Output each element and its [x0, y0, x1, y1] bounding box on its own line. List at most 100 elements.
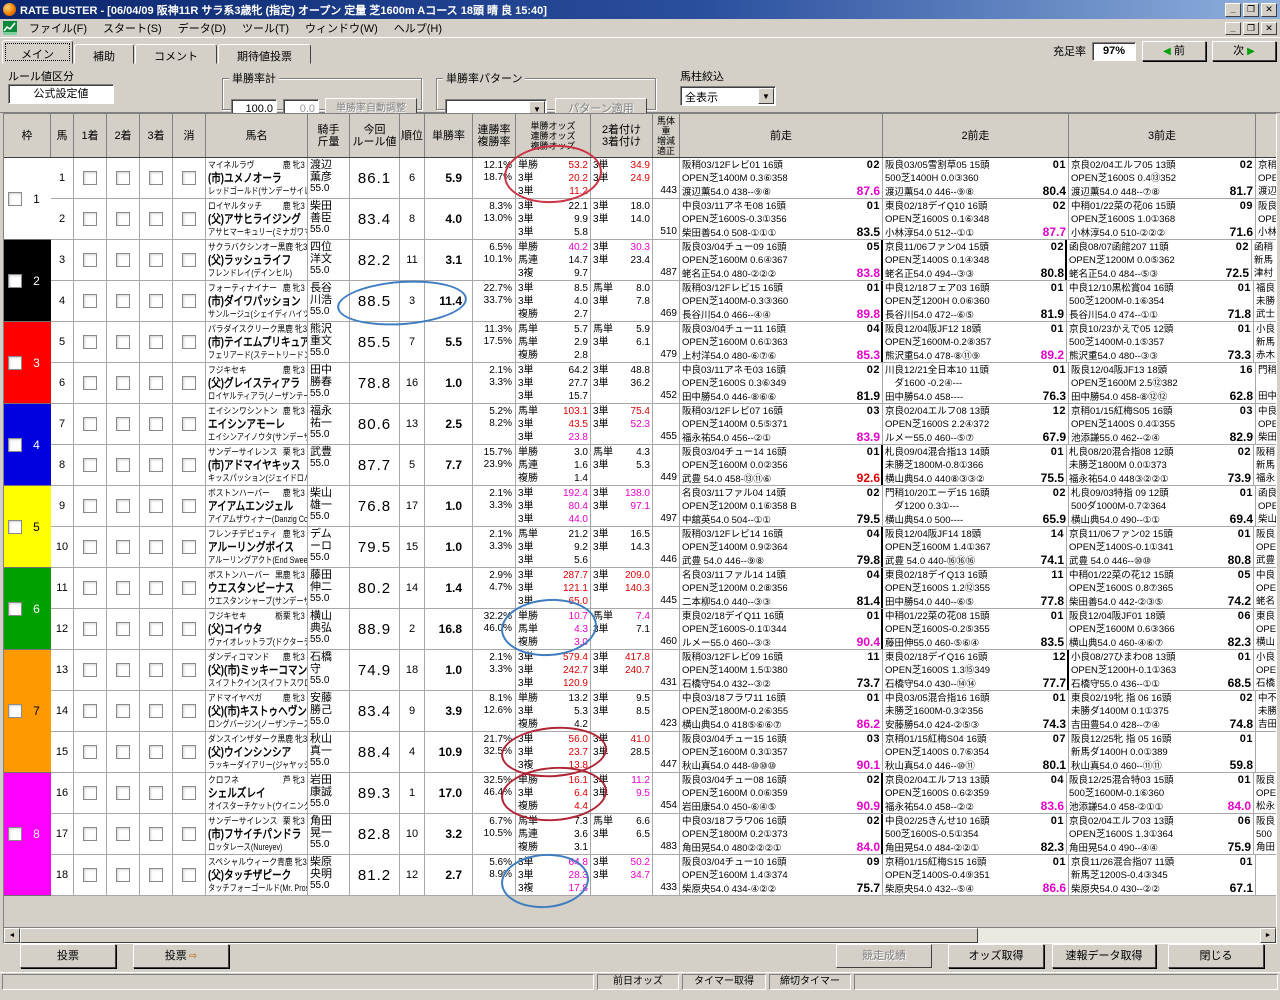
mark-1st-checkbox[interactable]	[83, 745, 97, 759]
mark-1st-checkbox[interactable]	[83, 540, 97, 554]
mark-1st-checkbox[interactable]	[83, 376, 97, 390]
mark-3rd-checkbox[interactable]	[149, 704, 163, 718]
mark-3rd-checkbox[interactable]	[149, 786, 163, 800]
table-row[interactable]: 7 エイシンワシントン鹿 牝3エイシンアモーレエイシンアイノウタ(サンデーサイレン…	[51, 404, 1276, 445]
waku-checkbox[interactable]	[8, 519, 22, 534]
mark-2nd-checkbox[interactable]	[116, 704, 130, 718]
table-row[interactable]: 12 フジキセキ 栃栗 牝3 (父)コイウタヴァイオレットラブ(ドクターデヴィアス横山…	[51, 609, 1276, 650]
mark-1st-checkbox[interactable]	[83, 827, 97, 841]
erase-checkbox[interactable]	[182, 581, 196, 595]
scroll-left-button[interactable]: ◄	[4, 928, 20, 943]
minimize-button[interactable]: _	[1225, 21, 1241, 35]
mark-2nd-checkbox[interactable]	[116, 745, 130, 759]
erase-checkbox[interactable]	[182, 745, 196, 759]
mark-3rd-checkbox[interactable]	[149, 827, 163, 841]
mark-3rd-checkbox[interactable]	[149, 581, 163, 595]
mark-3rd-checkbox[interactable]	[149, 417, 163, 431]
horizontal-scrollbar[interactable]: ◄ ►	[4, 927, 1276, 943]
mark-2nd-checkbox[interactable]	[116, 294, 130, 308]
table-row[interactable]: 16 クロフネ 芦 牝3 シェルズレイオイスターチケット(ウイニングチケット)岩田康誠…	[51, 773, 1276, 814]
menu-item[interactable]: ファイル(F)	[21, 18, 95, 38]
erase-checkbox[interactable]	[182, 335, 196, 349]
table-row[interactable]: 6 フジキセキ 鹿 牝3(父)グレイスティアラロイヤルティアラ(ノーザンテースト)田…	[51, 363, 1276, 404]
mark-3rd-checkbox[interactable]	[149, 540, 163, 554]
mark-2nd-checkbox[interactable]	[116, 417, 130, 431]
waku-checkbox[interactable]	[8, 827, 22, 841]
table-row[interactable]: 15 ダンスインザダーク 黒鹿 牝3 (父)ウインシンシア ラッキーダイアリー(ジャヤッ…	[51, 732, 1276, 773]
table-row[interactable]: 1 マイネルラヴ 鹿 牝3(市)ユメノオーラレッドゴールド(サンデーサイレンス)渡辺…	[51, 158, 1276, 199]
mark-1st-checkbox[interactable]	[83, 622, 97, 636]
get-flash-data-button[interactable]: 速報データ取得	[1052, 944, 1156, 968]
table-row[interactable]: 17 サンデーサイレンス栗 牝3 (市)フサイチパンドラ ロッタレース(Nureyev…	[51, 814, 1276, 855]
vote-arrow-button[interactable]: 投票 ⇨	[133, 944, 229, 968]
tab-1[interactable]: メイン	[2, 40, 73, 64]
waku-checkbox[interactable]	[8, 191, 22, 206]
erase-checkbox[interactable]	[182, 171, 196, 185]
erase-checkbox[interactable]	[182, 376, 196, 390]
erase-checkbox[interactable]	[182, 417, 196, 431]
mark-3rd-checkbox[interactable]	[149, 294, 163, 308]
mark-3rd-checkbox[interactable]	[149, 663, 163, 677]
table-row[interactable]: 5 パラダイスクリーク 黒鹿 牝3 (市)テイエムプリキュア フェリアード(ステートリー…	[51, 322, 1276, 363]
mark-2nd-checkbox[interactable]	[116, 868, 130, 882]
table-row[interactable]: 10 フレンチデピュティ鹿 牝3 アルーリングボイス アルーリングアクト(End Sw…	[51, 527, 1276, 568]
waku-checkbox[interactable]	[8, 601, 22, 616]
erase-checkbox[interactable]	[182, 704, 196, 718]
minimize-button[interactable]: _	[1225, 2, 1241, 17]
mark-3rd-checkbox[interactable]	[149, 335, 163, 349]
erase-checkbox[interactable]	[182, 212, 196, 226]
mark-3rd-checkbox[interactable]	[149, 868, 163, 882]
mark-2nd-checkbox[interactable]	[116, 540, 130, 554]
erase-checkbox[interactable]	[182, 622, 196, 636]
menu-item[interactable]: スタート(S)	[95, 18, 170, 38]
mark-2nd-checkbox[interactable]	[116, 663, 130, 677]
mark-3rd-checkbox[interactable]	[149, 376, 163, 390]
erase-checkbox[interactable]	[182, 868, 196, 882]
table-row[interactable]: 14 アドマイヤベガ 鹿 牝3 (父)(市)キストゥヘヴン ロングバージン(ノーザンテー…	[51, 691, 1276, 732]
table-row[interactable]: 3 サクラバクシンオー 黒鹿 牝3 (父)ラッシュライフ フレンドレイ(デインヒル) 四位…	[51, 240, 1276, 281]
restore-button[interactable]: ❐	[1243, 2, 1259, 17]
erase-checkbox[interactable]	[182, 663, 196, 677]
mark-3rd-checkbox[interactable]	[149, 622, 163, 636]
erase-checkbox[interactable]	[182, 540, 196, 554]
next-button[interactable]: 次 ▶	[1212, 41, 1276, 61]
waku-checkbox[interactable]	[8, 437, 22, 452]
mark-2nd-checkbox[interactable]	[116, 581, 130, 595]
table-row[interactable]: 4 フォーティナイナー鹿 牝3 (市)ダイワパッション サンルージュ(シェイディハイツ…	[51, 281, 1276, 322]
mark-2nd-checkbox[interactable]	[116, 376, 130, 390]
scroll-right-button[interactable]: ►	[1260, 928, 1276, 943]
mark-1st-checkbox[interactable]	[83, 212, 97, 226]
mark-2nd-checkbox[interactable]	[116, 622, 130, 636]
mark-1st-checkbox[interactable]	[83, 868, 97, 882]
mark-1st-checkbox[interactable]	[83, 704, 97, 718]
mark-2nd-checkbox[interactable]	[116, 458, 130, 472]
erase-checkbox[interactable]	[182, 499, 196, 513]
table-row[interactable]: 18 スペシャルウィーク 青鹿 牝3 (父)タッチザピーク タッチフォーゴールド(Mr.…	[51, 855, 1276, 896]
mark-1st-checkbox[interactable]	[83, 499, 97, 513]
erase-checkbox[interactable]	[182, 827, 196, 841]
erase-checkbox[interactable]	[182, 458, 196, 472]
menu-item[interactable]: ウィンドウ(W)	[297, 18, 386, 38]
mark-3rd-checkbox[interactable]	[149, 171, 163, 185]
waku-checkbox[interactable]	[8, 273, 22, 288]
table-row[interactable]: 9 ボストンハーバー 鹿 牝3 アイアムエンジェル アイアムザウィナー(Danzig C…	[51, 486, 1276, 527]
mark-3rd-checkbox[interactable]	[149, 212, 163, 226]
mark-1st-checkbox[interactable]	[83, 458, 97, 472]
scrollbar-thumb[interactable]	[20, 928, 978, 943]
mark-1st-checkbox[interactable]	[83, 417, 97, 431]
mark-2nd-checkbox[interactable]	[116, 335, 130, 349]
column-filter-select[interactable]: 全表示 ▼	[680, 86, 776, 106]
mark-1st-checkbox[interactable]	[83, 171, 97, 185]
erase-checkbox[interactable]	[182, 786, 196, 800]
menu-item[interactable]: ツール(T)	[234, 18, 297, 38]
prev-button[interactable]: ◀ 前	[1142, 41, 1206, 61]
mark-2nd-checkbox[interactable]	[116, 212, 130, 226]
waku-checkbox[interactable]	[8, 355, 22, 370]
mark-3rd-checkbox[interactable]	[149, 745, 163, 759]
table-row[interactable]: 11 ボストンハーバー黒鹿 牝3ウエスタンビーナスウエスタンシャープ(サンデーサイ…	[51, 568, 1276, 609]
mark-2nd-checkbox[interactable]	[116, 253, 130, 267]
close-window-button[interactable]: 閉じる	[1168, 944, 1264, 968]
mark-2nd-checkbox[interactable]	[116, 171, 130, 185]
table-row[interactable]: 2 ロイヤルタッチ 鹿 牝3(父)アサヒライジングアサヒマーキュリー(ミナガワマンナ…	[51, 199, 1276, 240]
restore-button[interactable]: ❐	[1243, 21, 1259, 35]
